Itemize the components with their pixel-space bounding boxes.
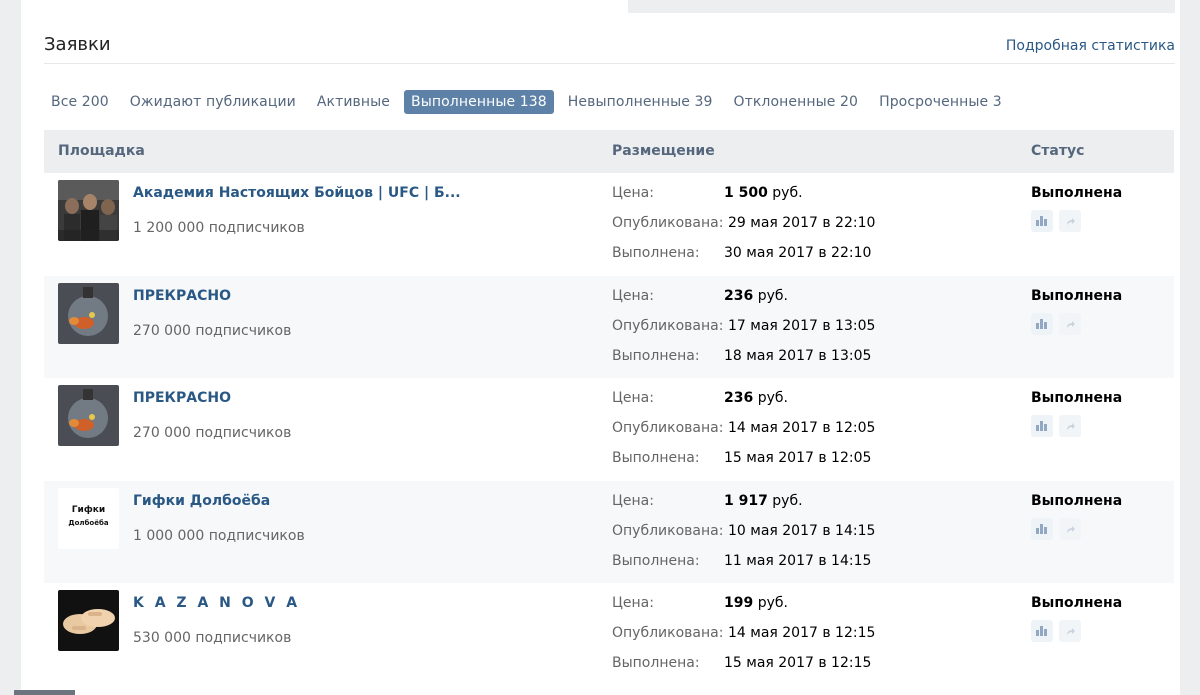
avatar-logo-text-1: Гифки (71, 504, 106, 515)
site-name-link[interactable]: Гифки Долбоёба (133, 493, 270, 509)
table-row: K A Z A N O V A 530 000 подписчиков Цена… (44, 583, 1174, 686)
lightbulb-fish-icon[interactable] (58, 282, 119, 344)
subscribers-count: 1 000 000 подписчиков (133, 527, 305, 544)
avatar-logo-text-2: Долбоёба (68, 518, 109, 527)
lightbulb-fish-icon[interactable] (58, 385, 119, 447)
price-label: Цена: (612, 390, 654, 407)
published-label: Опубликована: (612, 317, 724, 334)
bar-chart-icon[interactable] (1031, 415, 1053, 438)
table-row: ПРЕКРАСНО 270 000 подписчиков Цена: 236 р… (44, 275, 1174, 379)
status-actions (1031, 210, 1087, 232)
site-name-link[interactable]: Академия Настоящих Бойцов | UFC | Б... (133, 185, 461, 201)
price-value: 199 руб. (724, 595, 788, 612)
placement-info: Цена: 1 500 руб. Опубликована: 29 мая 2017… (612, 185, 912, 275)
completed-date: 30 мая 2017 в 22:10 (724, 245, 872, 261)
page-background-left (0, 0, 21, 695)
status-text: Выполнена (1031, 492, 1123, 509)
subscribers-count: 270 000 подписчиков (133, 322, 292, 339)
tab-all[interactable]: Все 200 (44, 90, 116, 114)
status-text: Выполнена (1031, 390, 1123, 407)
price-value: 1 500 руб. (724, 185, 803, 201)
detailed-stats-link[interactable]: Подробная статистика (1006, 38, 1175, 54)
completed-date: 18 мая 2017 в 13:05 (724, 347, 872, 364)
subscribers-count: 270 000 подписчиков (133, 425, 292, 442)
table-row: Академия Настоящих Бойцов | UFC | Б... 1… (44, 173, 1174, 276)
completed-label: Выполнена: (612, 450, 700, 467)
table-row: Гифки Долбоёба Гифки Долбоёба 1 000 000 … (44, 480, 1174, 584)
top-panel-edge (628, 0, 1175, 13)
site-name-link[interactable]: ПРЕКРАСНО (133, 288, 231, 304)
page-title: Заявки (44, 34, 111, 55)
completed-date: 11 мая 2017 в 14:15 (724, 552, 872, 569)
placement-info: Цена: 199 руб. Опубликована: 14 мая 2017 в… (612, 595, 912, 685)
published-label: Опубликована: (612, 420, 724, 437)
next-row-avatar-partial (14, 690, 75, 695)
price-label: Цена: (612, 595, 654, 612)
subscribers-count: 530 000 подписчиков (133, 630, 292, 647)
text-logo-icon[interactable]: Гифки Долбоёба (58, 487, 119, 549)
share-arrow-icon[interactable] (1059, 620, 1081, 643)
placement-info: Цена: 236 руб. Опубликована: 14 мая 2017 в… (612, 390, 912, 480)
hands-icon[interactable] (58, 590, 119, 652)
section-header: Заявки Подробная статистика (44, 34, 1175, 60)
status-actions (1031, 517, 1087, 540)
share-arrow-icon[interactable] (1059, 415, 1081, 438)
fighters-photo-icon[interactable] (58, 180, 119, 241)
bar-chart-icon[interactable] (1031, 620, 1053, 643)
status-text: Выполнена (1031, 287, 1123, 304)
price-label: Цена: (612, 492, 654, 509)
table-row: ПРЕКРАСНО 270 000 подписчиков Цена: 236 р… (44, 378, 1174, 481)
completed-date: 15 мая 2017 в 12:15 (724, 655, 872, 672)
completed-label: Выполнена: (612, 347, 700, 364)
price-label: Цена: (612, 185, 654, 201)
published-label: Опубликована: (612, 522, 724, 539)
page-background-right (1180, 0, 1200, 695)
column-status: Статус (1031, 143, 1085, 159)
status-actions (1031, 312, 1087, 335)
tab-rejected[interactable]: Отклоненные 20 (727, 90, 866, 114)
tab-not-completed[interactable]: Невыполненные 39 (561, 90, 720, 114)
tab-completed[interactable]: Выполненные 138 (404, 90, 554, 114)
placement-info: Цена: 236 руб. Опубликована: 17 мая 2017 в… (612, 288, 912, 378)
published-label: Опубликована: (612, 215, 724, 231)
price-value: 236 руб. (724, 390, 788, 407)
bar-chart-icon[interactable] (1031, 312, 1053, 335)
completed-date: 15 мая 2017 в 12:05 (724, 450, 872, 467)
tab-active[interactable]: Активные (310, 90, 397, 114)
share-arrow-icon[interactable] (1059, 517, 1081, 540)
price-label: Цена: (612, 287, 654, 304)
published-date: 17 мая 2017 в 13:05 (728, 317, 876, 334)
header-divider (44, 63, 1175, 64)
completed-label: Выполнена: (612, 655, 700, 672)
filter-tabs: Все 200 Ожидают публикации Активные Выпо… (44, 89, 1016, 115)
price-value: 236 руб. (724, 287, 788, 304)
completed-label: Выполнена: (612, 552, 700, 569)
tab-awaiting[interactable]: Ожидают публикации (123, 90, 303, 114)
completed-label: Выполнена: (612, 245, 700, 261)
tab-expired[interactable]: Просроченные 3 (872, 90, 1009, 114)
status-actions (1031, 620, 1087, 643)
published-date: 14 мая 2017 в 12:05 (728, 420, 876, 437)
subscribers-count: 1 200 000 подписчиков (133, 220, 305, 236)
published-label: Опубликована: (612, 625, 724, 642)
requests-table: Площадка Размещение Статус Академия Наст… (44, 130, 1174, 686)
share-arrow-icon[interactable] (1059, 312, 1081, 335)
placement-info: Цена: 1 917 руб. Опубликована: 10 мая 2017… (612, 493, 912, 583)
published-date: 14 мая 2017 в 12:15 (728, 625, 876, 642)
bar-chart-icon[interactable] (1031, 210, 1053, 232)
table-header: Площадка Размещение Статус (44, 130, 1174, 173)
status-text: Выполнена (1031, 595, 1123, 612)
published-date: 10 мая 2017 в 14:15 (728, 522, 876, 539)
bar-chart-icon[interactable] (1031, 517, 1053, 540)
status-actions (1031, 415, 1087, 438)
column-placement: Размещение (612, 143, 715, 159)
published-date: 29 мая 2017 в 22:10 (728, 215, 876, 231)
price-value: 1 917 руб. (724, 492, 803, 509)
status-text: Выполнена (1031, 185, 1123, 201)
site-name-link[interactable]: K A Z A N O V A (133, 595, 300, 611)
column-site: Площадка (58, 143, 145, 159)
share-arrow-icon[interactable] (1059, 210, 1081, 232)
site-name-link[interactable]: ПРЕКРАСНО (133, 390, 231, 406)
